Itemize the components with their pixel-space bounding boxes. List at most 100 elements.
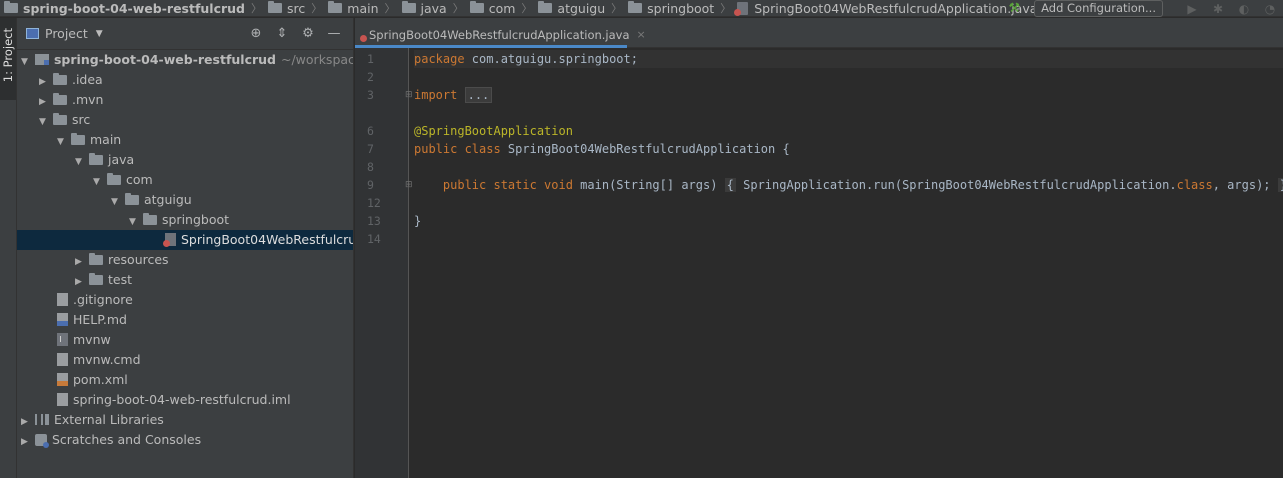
- code-area[interactable]: package com.atguigu.springboot; import .…: [414, 48, 1283, 478]
- breadcrumb-label: atguigu: [557, 0, 606, 16]
- collapse-all-icon[interactable]: ⇕: [269, 26, 295, 41]
- tree-item-springboot[interactable]: ▼ springboot: [17, 210, 353, 230]
- breadcrumb-main[interactable]: main 〉: [328, 0, 401, 17]
- tree-item-external-libraries[interactable]: ▶ External Libraries: [17, 410, 353, 430]
- tree-item-gitignore[interactable]: .gitignore: [17, 290, 353, 310]
- folded-brace-close[interactable]: }: [1277, 178, 1283, 192]
- code-token: SpringApplication.run(SpringBoot04WebRes…: [735, 178, 1177, 192]
- project-panel: Project ▼ ⊕ ⇕ ⚙ — ▼ spring-boot-04-web-r…: [17, 18, 354, 478]
- tree-item-resources[interactable]: ▶ resources: [17, 250, 353, 270]
- keyword-token: public static void: [442, 178, 573, 192]
- tree-item-help-md[interactable]: HELP.md: [17, 310, 353, 330]
- build-hammer-icon[interactable]: ⚒: [1008, 1, 1020, 16]
- profile-icon[interactable]: ◔: [1257, 2, 1283, 16]
- breadcrumb-label: SpringBoot04WebRestfulcrudApplication.ja…: [754, 0, 1038, 16]
- fold-toggle-icon[interactable]: ⊞: [405, 86, 413, 104]
- tree-item-test[interactable]: ▶ test: [17, 270, 353, 290]
- collapsed-arrow-icon[interactable]: ▶: [21, 412, 31, 432]
- code-line: public static void main(String[] args) {…: [414, 176, 1283, 194]
- expanded-arrow-icon[interactable]: ▼: [93, 172, 103, 192]
- tree-item-label: spring-boot-04-web-restfulcrud: [53, 52, 276, 67]
- maven-file-icon: [57, 373, 68, 386]
- collapsed-arrow-icon[interactable]: ▶: [39, 92, 49, 112]
- expanded-arrow-icon[interactable]: ▼: [111, 192, 121, 212]
- breadcrumb-separator-icon: 〉: [720, 2, 732, 15]
- breadcrumb-label: com: [488, 0, 516, 16]
- tree-item-label: spring-boot-04-web-restfulcrud.iml: [73, 392, 291, 407]
- coverage-icon[interactable]: ◐: [1231, 2, 1257, 16]
- folder-icon: [88, 272, 103, 285]
- tree-item-label: springboot: [161, 212, 230, 227]
- tree-item-pom-xml[interactable]: pom.xml: [17, 370, 353, 390]
- tree-item-java[interactable]: ▼ java: [17, 150, 353, 170]
- debug-icon[interactable]: ✱: [1205, 2, 1231, 16]
- tree-item-atguigu[interactable]: ▼ atguigu: [17, 190, 353, 210]
- expanded-arrow-icon[interactable]: ▼: [75, 152, 85, 172]
- expanded-arrow-icon[interactable]: ▼: [39, 112, 49, 132]
- line-number: 14: [367, 232, 381, 246]
- folder-icon: [52, 72, 67, 85]
- tree-item-mvnw-cmd[interactable]: mvnw.cmd: [17, 350, 353, 370]
- editor-tab-active[interactable]: SpringBoot04WebRestfulcrudApplication.ja…: [355, 24, 646, 48]
- tree-item-iml[interactable]: spring-boot-04-web-restfulcrud.iml: [17, 390, 353, 410]
- breadcrumb-java[interactable]: java 〉: [401, 0, 470, 17]
- breadcrumb-file[interactable]: SpringBoot04WebRestfulcrudApplication.ja…: [734, 0, 1038, 17]
- file-icon: [57, 353, 68, 366]
- breadcrumb-src[interactable]: src 〉: [268, 0, 328, 17]
- keyword-token: package: [414, 52, 465, 66]
- code-token: , args);: [1212, 178, 1278, 192]
- project-view-selector[interactable]: Project: [45, 26, 88, 41]
- run-icon[interactable]: ▶: [1179, 2, 1205, 16]
- gear-icon[interactable]: ⚙: [295, 26, 321, 41]
- folder-icon: [106, 172, 121, 185]
- hide-panel-icon[interactable]: —: [321, 26, 347, 41]
- collapsed-arrow-icon[interactable]: ▶: [39, 72, 49, 92]
- folded-brace-open[interactable]: {: [724, 178, 736, 192]
- chevron-down-icon[interactable]: ▼: [96, 29, 103, 39]
- folder-icon: [268, 1, 283, 13]
- code-line: @SpringBootApplication: [414, 122, 573, 140]
- folder-icon: [469, 1, 484, 13]
- tree-item-main[interactable]: ▼ main: [17, 130, 353, 150]
- expanded-arrow-icon[interactable]: ▼: [21, 52, 31, 72]
- tree-item-label: test: [107, 272, 132, 287]
- breadcrumb-separator-icon: 〉: [521, 2, 533, 15]
- folded-imports[interactable]: ...: [464, 87, 493, 103]
- tree-item-mvn[interactable]: ▶ .mvn: [17, 90, 353, 110]
- code-token: main(String[] args): [572, 178, 725, 192]
- project-tool-tab[interactable]: 1: Project: [0, 18, 16, 100]
- breadcrumb-atguigu[interactable]: atguigu 〉: [538, 0, 628, 17]
- add-configuration-button[interactable]: Add Configuration...: [1034, 0, 1163, 17]
- locate-file-icon[interactable]: ⊕: [243, 26, 269, 41]
- folder-icon: [142, 212, 157, 225]
- breadcrumb-springboot[interactable]: springboot 〉: [628, 0, 737, 17]
- collapsed-arrow-icon[interactable]: ▶: [75, 272, 85, 292]
- folder-icon: [52, 92, 67, 105]
- code-token: SpringBoot04WebRestfulcrudApplication {: [500, 142, 790, 156]
- tree-item-idea[interactable]: ▶ .idea: [17, 70, 353, 90]
- fold-toggle-icon[interactable]: ⊞: [405, 176, 413, 194]
- tree-item-src[interactable]: ▼ src: [17, 110, 353, 130]
- collapsed-arrow-icon[interactable]: ▶: [75, 252, 85, 272]
- breadcrumb-module[interactable]: spring-boot-04-web-restfulcrud 〉: [4, 0, 268, 17]
- file-icon: [57, 293, 68, 306]
- project-panel-actions: ⊕ ⇕ ⚙ —: [243, 26, 347, 41]
- tree-item-root-module[interactable]: ▼ spring-boot-04-web-restfulcrud ~/worksp…: [17, 50, 353, 70]
- breadcrumb-separator-icon: 〉: [311, 2, 323, 15]
- project-tool-tab-label: 1: Project: [1, 28, 15, 83]
- tree-item-label: .idea: [71, 72, 103, 87]
- breadcrumb-com[interactable]: com 〉: [469, 0, 539, 17]
- collapsed-arrow-icon[interactable]: ▶: [21, 432, 31, 452]
- script-file-icon: [57, 333, 68, 346]
- line-number: 6: [367, 124, 374, 138]
- tree-item-mvnw[interactable]: mvnw: [17, 330, 353, 350]
- tree-item-application-class[interactable]: SpringBoot04WebRestfulcruc: [17, 230, 353, 250]
- expanded-arrow-icon[interactable]: ▼: [57, 132, 67, 152]
- line-number: 7: [367, 142, 374, 156]
- expanded-arrow-icon[interactable]: ▼: [129, 212, 139, 232]
- breadcrumb-separator-icon: 〉: [452, 2, 464, 15]
- editor-tab-bar: SpringBoot04WebRestfulcrudApplication.ja…: [355, 18, 1283, 48]
- close-icon[interactable]: ×: [637, 28, 646, 41]
- tree-item-scratches[interactable]: ▶ Scratches and Consoles: [17, 430, 353, 450]
- tree-item-com[interactable]: ▼ com: [17, 170, 353, 190]
